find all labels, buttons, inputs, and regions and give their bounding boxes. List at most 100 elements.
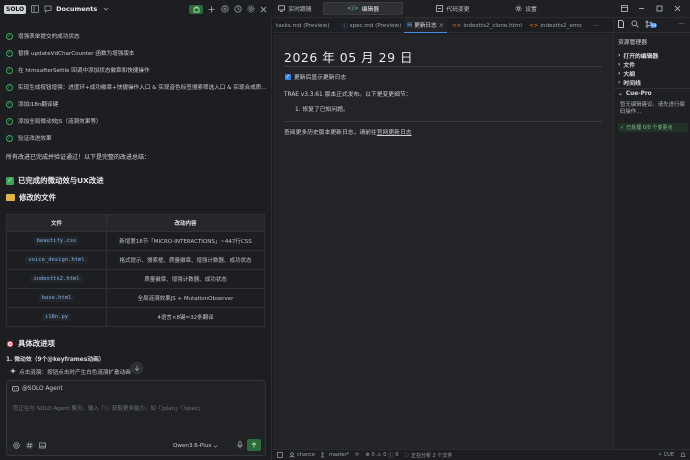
layout-icon[interactable] — [618, 2, 630, 15]
minimize-icon[interactable] — [635, 2, 647, 15]
remote-indicator[interactable] — [277, 452, 283, 458]
agent-label: @SOLO Agent — [22, 385, 63, 392]
chat-input[interactable]: 您正在与 SOLO Agent 聊天。输入「/」获取更多能力，如「/plan」「… — [13, 404, 204, 412]
html-icon: <> — [452, 22, 462, 29]
summary-text: 所有改进已完成并验证通过！以下是完整的改进总结： — [6, 154, 151, 161]
error-icon: ⊗ — [365, 452, 370, 458]
workspace-indicator[interactable]: chance — [289, 452, 315, 458]
tab-settings[interactable]: 设置 — [501, 2, 551, 15]
section-outline[interactable]: › 大纲 — [618, 69, 635, 79]
monitor-icon — [278, 5, 286, 12]
info-icon: ⓘ — [388, 452, 394, 459]
table-row: indextts2.html 质量徽章、增强计数器、成功状态 — [6, 269, 265, 289]
analysis-status[interactable]: ◌ 正在分析 2 个文件 — [405, 452, 453, 459]
tab-indextts2-clone[interactable]: <> indextts2_clone.html — [449, 18, 525, 33]
task-item: ✓ 验证改进效果 — [6, 134, 52, 142]
mention-icon[interactable] — [13, 442, 20, 449]
task-item: ✓ 替换 updateVdCharCounter 函数为增强版本 — [6, 49, 135, 57]
check-icon: ✓ — [6, 66, 13, 74]
problems-indicator[interactable]: ⊗ 0 ⚠ 0 ⓘ 0 — [365, 452, 398, 459]
tab-spec-md[interactable]: ⓘ spec.md (Preview) — [339, 18, 404, 33]
search-icon[interactable] — [631, 20, 639, 28]
explorer-title: 资源管理器 — [618, 40, 647, 46]
close-icon[interactable] — [259, 5, 268, 14]
doc-icon: ▤ — [407, 22, 413, 28]
file-name-cell: base.html — [6, 288, 107, 308]
chat-scroll-area[interactable]: ✓ 增强表单提交的成功状态 ✓ 替换 updateVdCharCounter 函数为… — [0, 18, 272, 376]
cue-empty-text: 暂无编辑建议。请先进行编码操作... — [620, 102, 685, 115]
run-button[interactable] — [189, 4, 203, 14]
panel-header: SOLO Documents — [0, 0, 272, 18]
file-name-cell: indextts2.html — [6, 269, 107, 289]
status-bar: chance master* ⟳ ⊗ 0 ⚠ 0 ⓘ 0 ◌ 正在分析 2 个文件 ⚡… — [273, 449, 690, 460]
chat-toolbar — [13, 442, 46, 449]
source-control-icon[interactable]: 99 — [645, 20, 658, 28]
official-changelog-link[interactable]: 官网更新日志 — [377, 130, 412, 136]
release-intro: TRAE v3.3.61 版本正式发布。以下是变更细节： — [284, 92, 412, 98]
section-cue-pro[interactable]: ⌄ Cue-Pro — [618, 91, 652, 97]
task-item: ✓ 添加全局微动效JS（涟漪效果等） — [6, 117, 102, 125]
cue-indicator[interactable]: ⚡ CUE — [658, 452, 674, 458]
table-row: base.html 全局涟漪效果JS + MutationObserver — [6, 288, 265, 308]
badge-count: 99 — [650, 23, 658, 28]
window-close-icon[interactable] — [671, 2, 683, 15]
solo-chat-panel: SOLO Documents ✓ 增强表单提交的成功状态 ✓ 替换 update… — [0, 0, 272, 460]
scroll-down-button[interactable] — [131, 362, 143, 374]
check-icon: ✓ — [6, 32, 13, 40]
settings-icon[interactable] — [246, 5, 255, 14]
model-selector[interactable]: Qwen3.6-Plus — [173, 443, 218, 449]
agent-selector[interactable]: @SOLO Agent — [12, 385, 63, 392]
branch-icon — [321, 452, 324, 458]
tab-indextts2-emo[interactable]: <> indextts2_emo — [526, 18, 585, 33]
list-item: 点击涟漪：按钮点击时产生白色涟漪扩散动画 — [10, 368, 131, 376]
close-icon[interactable]: × — [439, 22, 444, 29]
show-changelog-checkbox[interactable]: ✓ 更新后显示更新日志 — [285, 72, 346, 81]
chevron-down-icon[interactable] — [101, 5, 110, 14]
collapse-sidebar-icon[interactable] — [30, 5, 39, 14]
workspace-title[interactable]: Documents — [56, 5, 97, 13]
divider — [284, 66, 602, 67]
image-icon[interactable] — [39, 442, 46, 449]
send-button[interactable] — [247, 439, 261, 451]
change-cell: 质量徽章、增强计数器、成功状态 — [106, 269, 265, 289]
tab-live-follow[interactable]: 实时跟随 — [277, 2, 313, 15]
release-item: 1. 修复了已知问题。 — [295, 107, 349, 113]
section-heading: 修改的文件 — [6, 192, 56, 203]
chat-icon[interactable] — [43, 5, 52, 14]
sync-icon[interactable]: ⟳ — [355, 452, 359, 458]
change-cell: 4语言×8键=32条翻译 — [106, 307, 265, 327]
file-name-cell: beautify.css — [6, 231, 107, 251]
git-branch[interactable]: master* — [321, 452, 349, 458]
file-name-cell: voice_design.html — [6, 250, 107, 270]
history-icon[interactable] — [233, 5, 242, 14]
hash-icon[interactable] — [26, 442, 33, 449]
arrow-up-icon — [251, 442, 257, 448]
maximize-icon[interactable] — [653, 2, 665, 15]
modified-files-table: 文件 改动内容 beautify.css 新增第18节「MICRO-INTERAC… — [6, 214, 265, 327]
new-chat-icon[interactable] — [220, 5, 229, 14]
section-files[interactable]: › 文件 — [618, 60, 635, 70]
chevron-right-icon: › — [618, 52, 621, 59]
explorer-panel: 99 ··· 资源管理器 › 打开的编辑器 › 文件 › 大纲 › 时间线 ⌄ Cue-P… — [613, 18, 690, 449]
files-icon[interactable] — [617, 20, 625, 28]
notifications-icon[interactable] — [680, 452, 690, 458]
chevron-down-icon — [213, 444, 218, 448]
check-box-icon: ✓ — [6, 176, 14, 185]
chat-input-box[interactable]: @SOLO Agent 您正在与 SOLO Agent 聊天。输入「/」获取更多… — [6, 380, 266, 456]
section-open-editors[interactable]: › 打开的编辑器 — [618, 51, 658, 61]
account-icon — [289, 452, 295, 458]
tab-code-changes[interactable]: 代码变更 — [413, 2, 493, 15]
section-timeline[interactable]: › 时间线 — [618, 78, 641, 88]
more-actions-icon[interactable]: ··· — [591, 18, 602, 33]
table-header-row: 文件 改动内容 — [6, 214, 265, 232]
microphone-icon[interactable] — [237, 441, 243, 449]
check-icon: ✓ — [6, 49, 13, 57]
tab-tasks-md[interactable]: tasks.md (Preview) — [273, 18, 332, 33]
spinner-icon: ◌ — [404, 452, 409, 458]
divider — [614, 88, 690, 89]
tab-editor[interactable]: </> 编辑器 — [323, 2, 403, 15]
change-cell: 格式提示、搜索框、质量徽章、增强计数器、成功状态 — [106, 250, 265, 270]
tab-changelog[interactable]: ▤ 更新日志 × — [404, 18, 447, 33]
add-icon[interactable] — [207, 5, 216, 14]
more-actions-icon[interactable]: ··· — [679, 21, 685, 28]
